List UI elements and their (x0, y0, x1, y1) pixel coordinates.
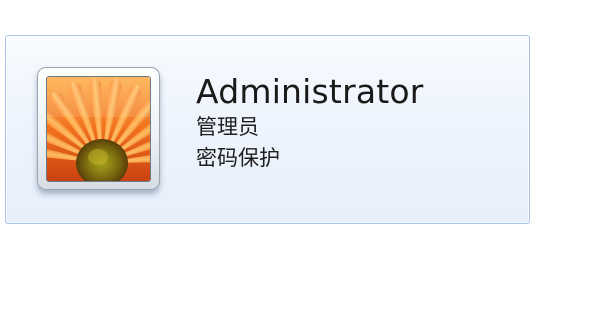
user-tile[interactable]: Administrator 管理员 密码保护 (5, 35, 530, 224)
password-status: 密码保护 (196, 146, 280, 170)
avatar (37, 67, 160, 190)
user-role: 管理员 (196, 115, 259, 139)
orange-flower-avatar-icon (46, 76, 151, 182)
user-info: Administrator 管理员 密码保护 (196, 72, 424, 174)
login-screen: Administrator 管理员 密码保护 (0, 0, 608, 311)
user-name: Administrator (196, 72, 424, 111)
